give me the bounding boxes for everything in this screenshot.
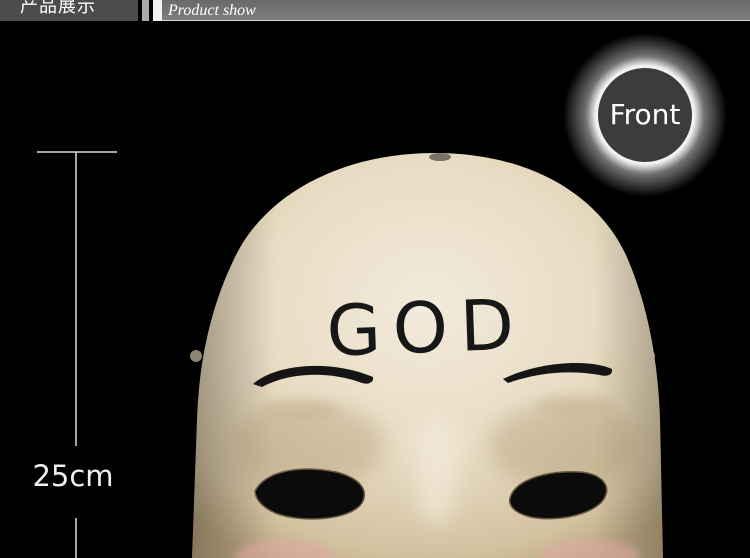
header-right-section: Product show xyxy=(162,0,750,21)
product-image-stage: GOD 产品展示 Product show 25cm Front xyxy=(0,0,750,558)
left-eye-hole xyxy=(254,468,366,520)
header-divider-white xyxy=(153,0,162,21)
header-left-section: 产品展示 xyxy=(0,0,138,21)
header-title-cn: 产品展示 xyxy=(20,0,96,17)
left-ear-bolt xyxy=(190,350,202,362)
header-title-en: Product show xyxy=(168,2,256,19)
top-bolt xyxy=(429,153,451,161)
dimension-label: 25cm xyxy=(32,459,114,493)
header-bar: 产品展示 Product show xyxy=(0,0,750,22)
front-badge-label: Front xyxy=(609,98,681,131)
forehead-text: GOD xyxy=(325,284,527,373)
header-divider-gray xyxy=(142,0,149,21)
